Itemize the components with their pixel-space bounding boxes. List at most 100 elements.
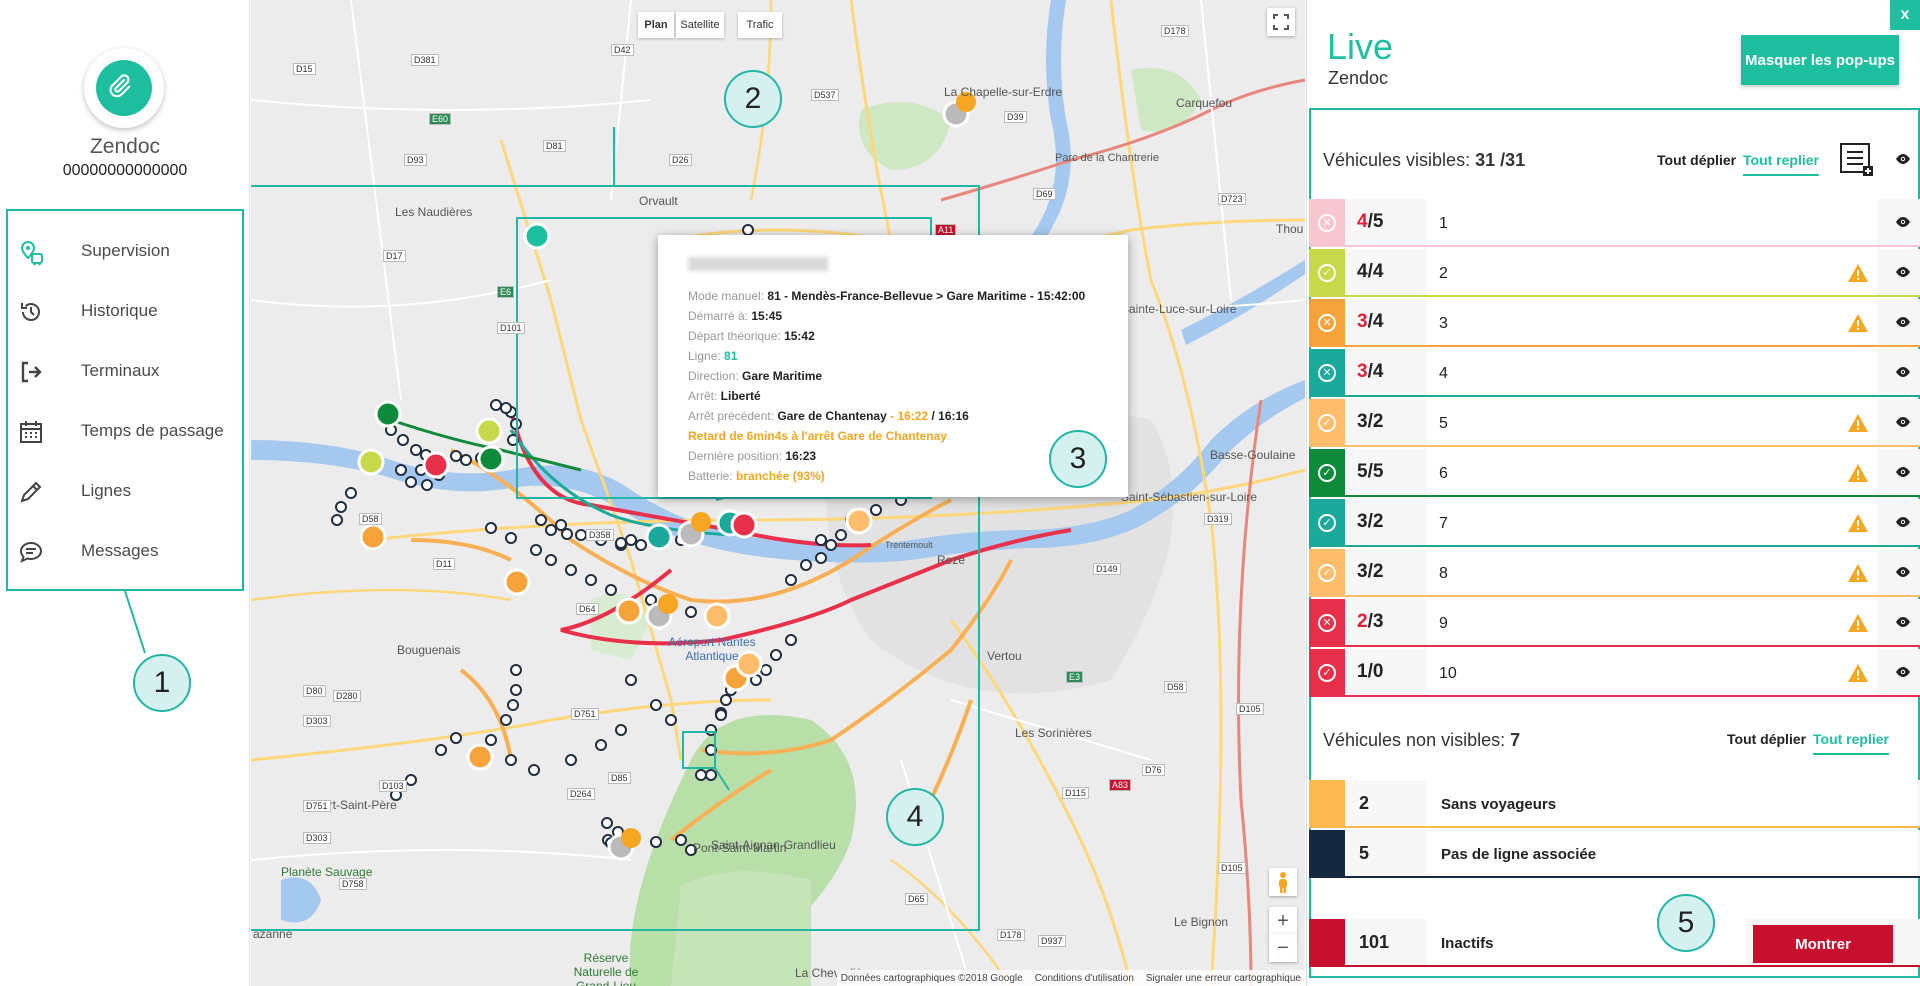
row-color: ✓ — [1309, 449, 1345, 497]
vehicle-count: 3/4 — [1357, 311, 1384, 332]
hide-popups-button[interactable]: Masquer les pop-ups — [1741, 35, 1899, 85]
vehicle-row[interactable]: ✕ 3/4 4 — [1309, 349, 1920, 397]
vehicle-row[interactable]: ✓ 3/2 7 — [1309, 499, 1920, 547]
vehicle-row[interactable]: ✓ 3/2 8 — [1309, 549, 1920, 597]
popup-row: Mode manuel: 81 - Mendès-France-Bellevue… — [688, 289, 1086, 303]
menu-item-messages[interactable]: Messages — [8, 527, 242, 575]
fullscreen-icon[interactable] — [1267, 8, 1295, 36]
non-visible-row[interactable]: 2 Sans voyageurs — [1309, 780, 1920, 828]
vehicle-row[interactable]: ✓ 3/2 5 — [1309, 399, 1920, 447]
road-label: E60 — [429, 113, 452, 125]
map-type-traffic[interactable]: Trafic — [738, 12, 782, 38]
road-label: D26 — [669, 154, 692, 166]
row-color: ✕ — [1309, 349, 1345, 397]
expand-all-link[interactable]: Tout déplier — [1657, 152, 1736, 168]
collapse-all-link[interactable]: Tout replier — [1813, 731, 1889, 755]
map-type-satellite[interactable]: Satellite — [676, 12, 724, 38]
menu-item-supervision[interactable]: Supervision — [8, 227, 242, 275]
report-error-link[interactable]: Signaler une erreur cartographique — [1146, 973, 1301, 984]
expand-all-link[interactable]: Tout déplier — [1727, 731, 1806, 747]
eye-icon[interactable] — [1895, 365, 1911, 383]
vehicle-count: 4/4 — [1357, 261, 1384, 282]
popup-row: Arrêt: Liberté — [688, 389, 761, 403]
terms-link[interactable]: Conditions d'utilisation — [1035, 973, 1134, 984]
road-label: D15 — [293, 63, 316, 75]
eye-icon[interactable] — [1895, 215, 1911, 233]
menu-item-terminaux[interactable]: Terminaux — [8, 347, 242, 395]
vehicle-row[interactable]: ✕ 4/5 1 — [1309, 199, 1920, 247]
map[interactable]: La Chapelle-sur-Erdre Parc de la Chantre… — [251, 0, 1305, 986]
place-label: Orvault — [639, 194, 678, 208]
eye-icon[interactable] — [1895, 415, 1911, 433]
vehicle-name-blurred — [688, 257, 828, 271]
menu-item-historique[interactable]: Historique — [8, 287, 242, 335]
menu-label: Lignes — [81, 481, 132, 500]
popup-row: Départ théorique: 15:42 — [688, 329, 815, 343]
vehicle-count: 2/3 — [1357, 611, 1384, 632]
warning-icon[interactable] — [1847, 613, 1869, 638]
road-label: D11 — [433, 558, 455, 570]
vehicle-name: 6 — [1439, 465, 1448, 482]
warning-icon[interactable] — [1847, 513, 1869, 538]
road-label: D105 — [1236, 703, 1264, 715]
place-label: Rezé — [937, 553, 966, 567]
row-name: Inactifs — [1441, 935, 1494, 952]
warning-icon[interactable] — [1847, 563, 1869, 588]
warning-icon[interactable] — [1847, 663, 1869, 688]
road-label: D42 — [611, 44, 634, 56]
org-logo[interactable] — [84, 48, 164, 128]
pencil-icon — [18, 479, 44, 505]
show-inactive-button[interactable]: Montrer — [1753, 925, 1893, 963]
collapse-all-link[interactable]: Tout replier — [1743, 152, 1819, 176]
zoom-in-button[interactable]: + — [1269, 907, 1297, 935]
eye-icon[interactable] — [1895, 665, 1911, 683]
eye-icon[interactable] — [1895, 152, 1911, 170]
road-label: E3 — [1066, 671, 1084, 683]
vehicle-row[interactable]: ✕ 2/3 9 — [1309, 599, 1920, 647]
row-color: ✓ — [1309, 249, 1345, 297]
menu-item-temps-de-passage[interactable]: Temps de passage — [8, 407, 242, 455]
eye-icon[interactable] — [1895, 515, 1911, 533]
menu-label: Terminaux — [81, 361, 160, 380]
vehicle-row[interactable]: ✓ 4/4 2 — [1309, 249, 1920, 297]
menu-label: Messages — [81, 541, 159, 560]
vehicle-row[interactable]: ✓ 1/0 10 — [1309, 649, 1920, 697]
zoom-out-button[interactable]: − — [1269, 934, 1297, 962]
eye-icon[interactable] — [1895, 565, 1911, 583]
map-attribution: Données cartographiques ©2018 Google — [840, 972, 1023, 984]
menu-item-lignes[interactable]: Lignes — [8, 467, 242, 515]
popup-row: Démarré à: 15:45 — [688, 309, 783, 323]
eye-icon[interactable] — [1895, 465, 1911, 483]
main-menu: Supervision Historique Terminaux Temps d… — [6, 209, 244, 591]
pegman-icon[interactable] — [1269, 868, 1297, 896]
warning-icon[interactable] — [1847, 413, 1869, 438]
close-button[interactable]: x — [1890, 0, 1920, 30]
eye-icon[interactable] — [1895, 265, 1911, 283]
road-label: D303 — [303, 832, 331, 844]
map-pin-bus-icon — [18, 239, 44, 266]
road-label: D103 — [379, 780, 407, 792]
list-add-icon[interactable] — [1839, 142, 1875, 183]
eye-icon[interactable] — [1895, 615, 1911, 633]
map-type-plan[interactable]: Plan — [638, 12, 674, 38]
non-visible-row[interactable]: 5 Pas de ligne associée — [1309, 830, 1920, 878]
vehicle-name: 3 — [1439, 315, 1448, 332]
road-label: D115 — [1062, 787, 1089, 799]
vehicle-row[interactable]: ✕ 3/4 3 — [1309, 299, 1920, 347]
row-color: ✕ — [1309, 599, 1345, 647]
place-label: Thou — [1276, 222, 1304, 236]
eye-icon[interactable] — [1895, 315, 1911, 333]
road-label: E6 — [497, 286, 515, 298]
warning-icon[interactable] — [1847, 263, 1869, 288]
warning-icon[interactable] — [1847, 463, 1869, 488]
vehicle-row[interactable]: ✓ 5/5 6 — [1309, 449, 1920, 497]
sidebar: Zendoc 00000000000000 Supervision Histor… — [0, 0, 250, 986]
place-label: Trentemoult — [885, 540, 933, 550]
row-name: Sans voyageurs — [1441, 796, 1557, 813]
place-label: Sainte-Luce-sur-Loire — [1121, 302, 1237, 316]
popup-row: Dernière position: 16:23 — [688, 449, 817, 463]
warning-icon[interactable] — [1847, 313, 1869, 338]
chat-icon — [18, 539, 44, 565]
status-x-icon: ✕ — [1318, 214, 1336, 232]
place-label: Aéroport Nantes Atlantique — [668, 635, 756, 663]
